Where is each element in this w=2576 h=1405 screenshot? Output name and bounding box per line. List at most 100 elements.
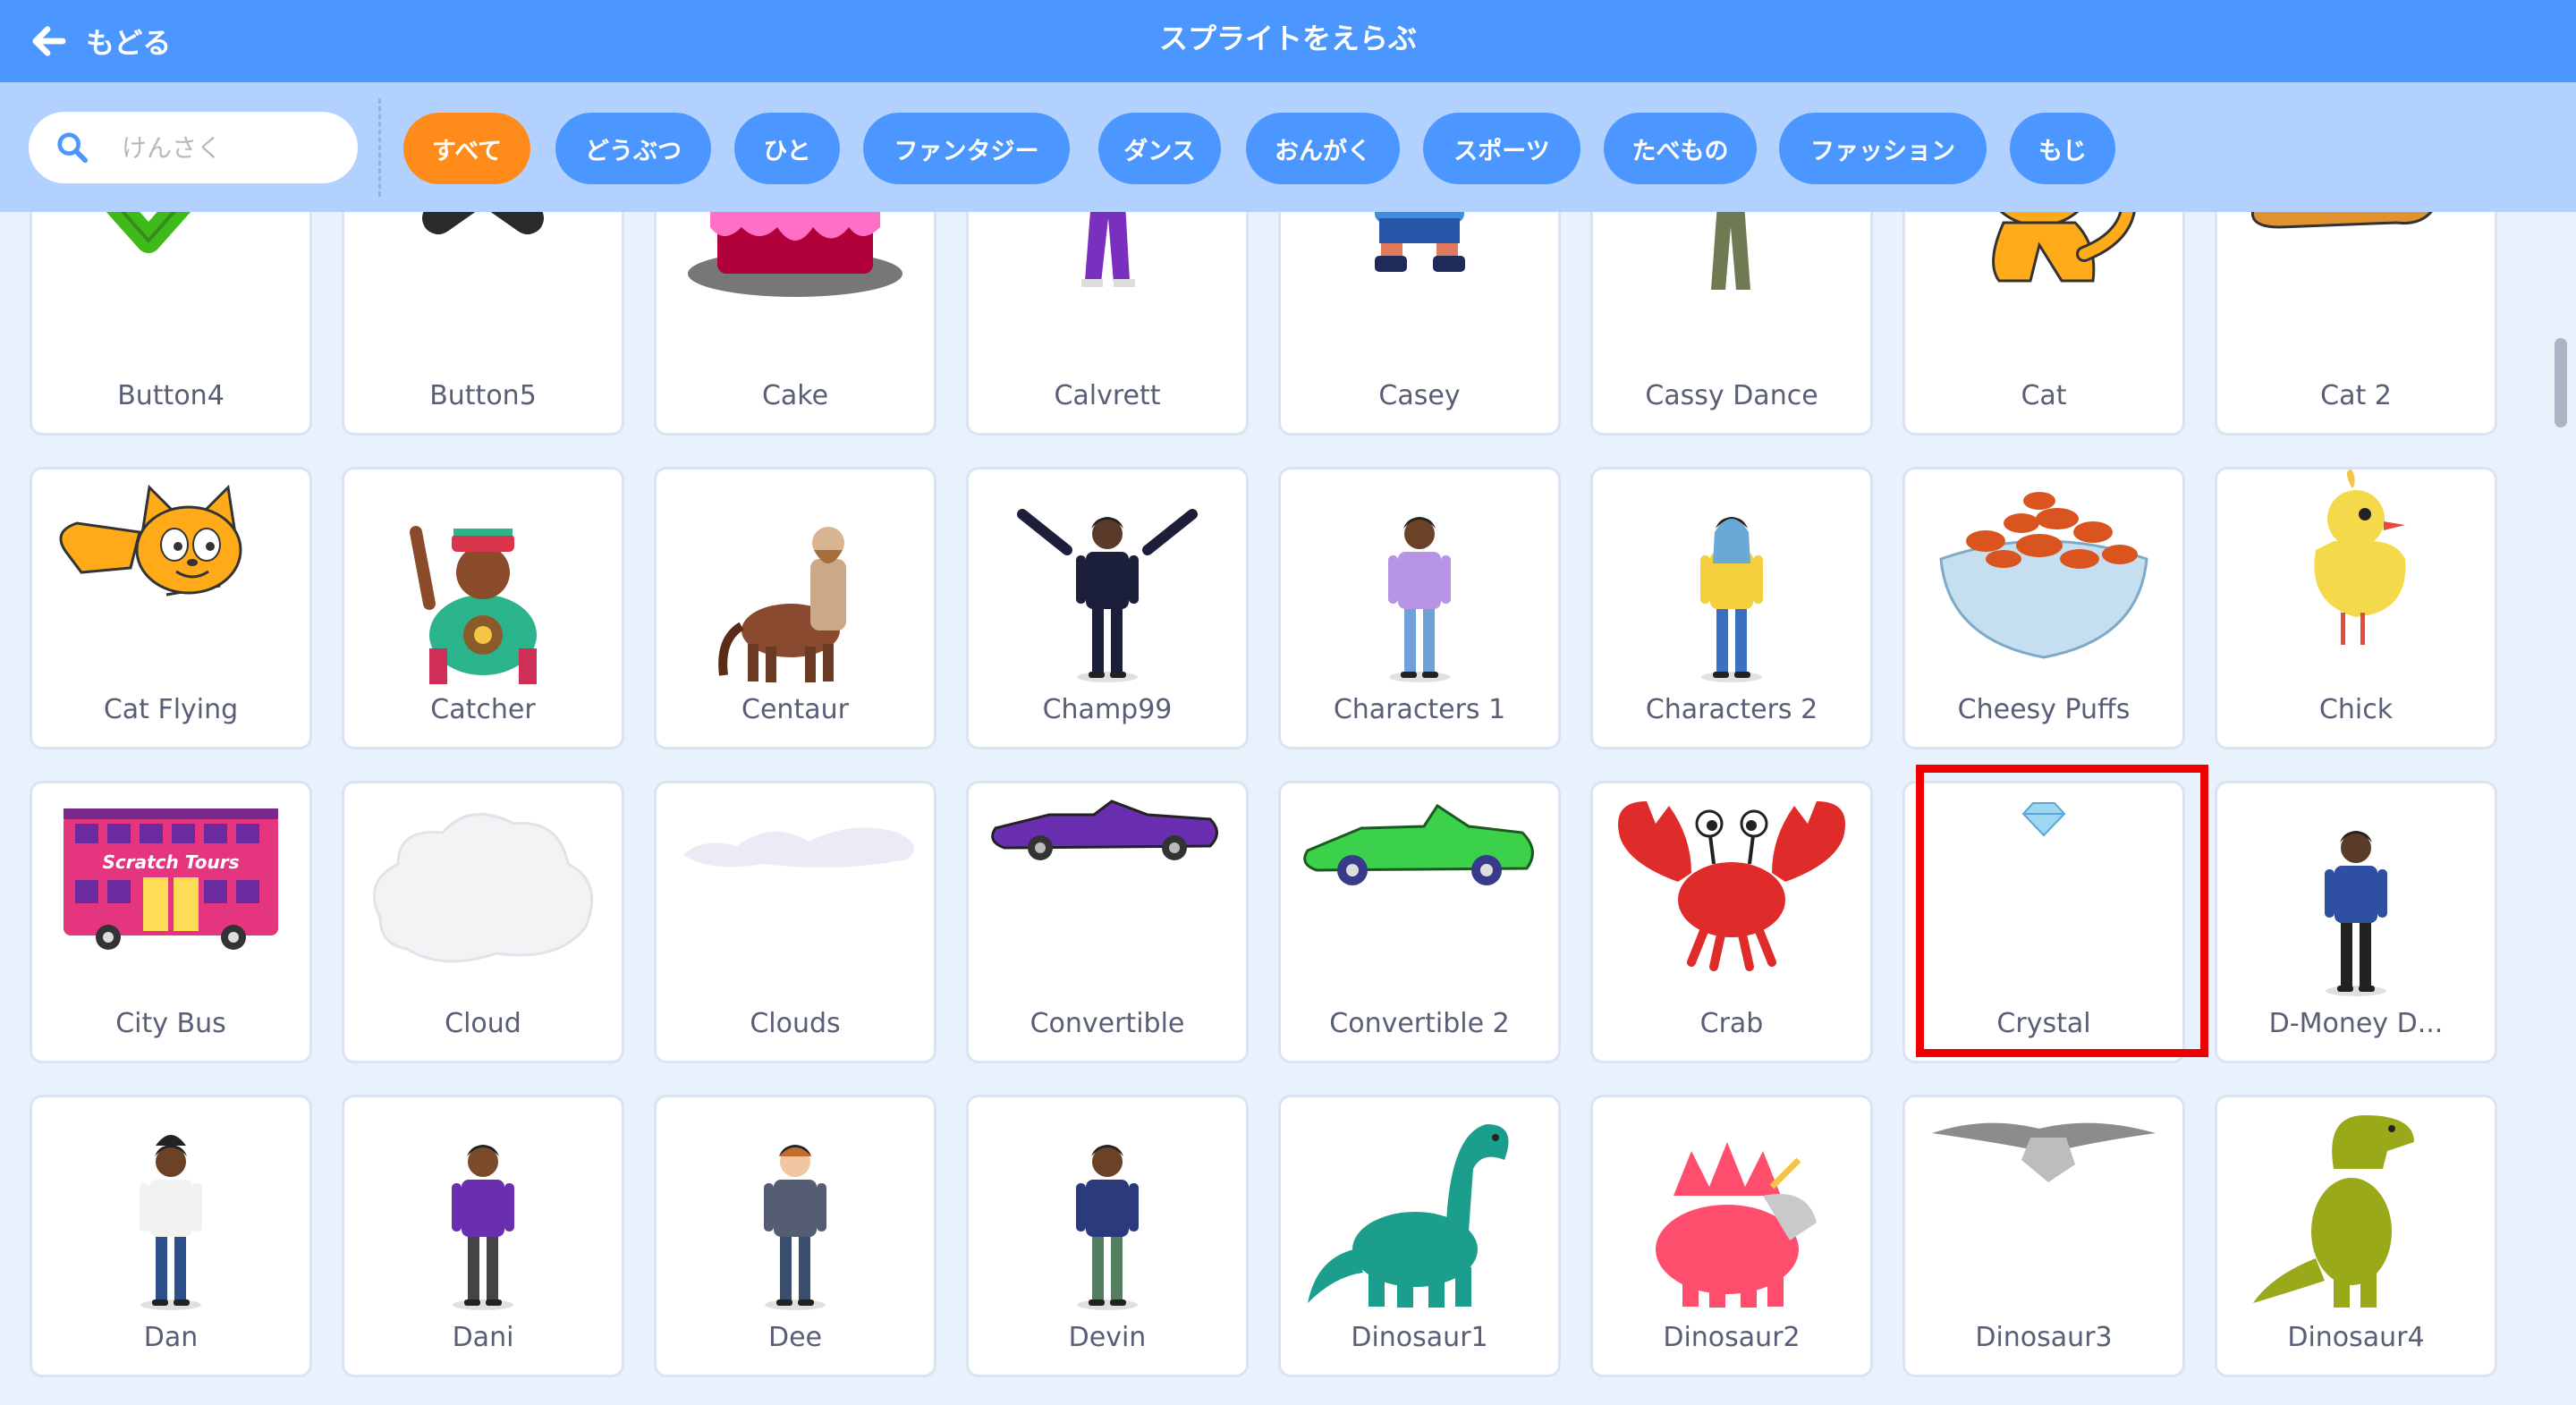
sprite-name: Catcher: [430, 694, 536, 725]
sprite-thumbnail: [2217, 470, 2495, 693]
sprite-tile[interactable]: Catcher: [342, 467, 624, 749]
category-tag[interactable]: すべて: [403, 113, 530, 184]
sprite-tile[interactable]: Dan: [30, 1095, 312, 1377]
sprite-name: Characters 2: [1645, 694, 1818, 725]
sprite-tile[interactable]: Characters 1: [1278, 467, 1561, 749]
sprite-library: もどる スプライトをえらぶ すべてどうぶつひとファンタジーダンスおんがくスポーツ…: [0, 0, 2576, 1405]
sprite-name: Convertible 2: [1329, 1008, 1510, 1039]
category-tag[interactable]: ファンタジー: [863, 113, 1070, 184]
sprite-thumbnail: [344, 212, 622, 379]
sprite-tile[interactable]: Centaur: [654, 467, 936, 749]
sprite-tile[interactable]: Convertible: [966, 781, 1249, 1063]
sprite-thumbnail: [1593, 1097, 1870, 1321]
sprite-name: Dinosaur1: [1351, 1322, 1488, 1353]
sprite-thumbnail: [1281, 783, 1558, 1007]
sprite-tile[interactable]: Cat: [1902, 212, 2185, 436]
category-tag[interactable]: もじ: [2010, 113, 2115, 184]
sprite-tile[interactable]: Cat 2: [2215, 212, 2497, 436]
sprite-tile[interactable]: Cloud: [342, 781, 624, 1063]
sprite-thumbnail: [344, 470, 622, 693]
sprite-tile[interactable]: Chick: [2215, 467, 2497, 749]
sprite-tile[interactable]: Dee: [654, 1095, 936, 1377]
sprite-tile[interactable]: Cat Flying: [30, 467, 312, 749]
sprite-thumbnail: [1593, 470, 1870, 693]
sprite-name: Calvrett: [1054, 380, 1161, 411]
sprite-name: Cat 2: [2320, 380, 2392, 411]
category-tag[interactable]: どうぶつ: [555, 113, 711, 184]
sprite-name: Button5: [429, 380, 537, 411]
scrollbar-thumb[interactable]: [2555, 338, 2567, 427]
sprite-thumbnail: [657, 470, 934, 693]
sprite-thumbnail: [969, 1097, 1246, 1321]
sprite-name: Convertible: [1030, 1008, 1185, 1039]
search-box[interactable]: [29, 112, 358, 183]
sprite-tile[interactable]: Casey: [1278, 212, 1561, 436]
sprite-name: Dinosaur4: [2287, 1322, 2425, 1353]
sprite-thumbnail: [32, 470, 309, 693]
sprite-thumbnail: [969, 470, 1246, 693]
sprite-grid: Button4 Button5 Cake Calvrett Casey Cassy…: [0, 212, 2540, 1405]
sprite-thumbnail: [969, 783, 1246, 1007]
sprite-tile[interactable]: Convertible 2: [1278, 781, 1561, 1063]
sprite-thumbnail: [1593, 783, 1870, 1007]
sprite-tile[interactable]: Devin: [966, 1095, 1249, 1377]
sprite-name: Cheesy Puffs: [1957, 694, 2131, 725]
sprite-thumbnail: [344, 1097, 622, 1321]
category-tag[interactable]: おんがく: [1246, 113, 1400, 184]
sprite-name: Cat: [2021, 380, 2067, 411]
sprite-name: Cloud: [445, 1008, 521, 1039]
sprite-tile[interactable]: Scratch Tours City Bus: [30, 781, 312, 1063]
sprite-thumbnail: [1593, 212, 1870, 379]
sprite-tile[interactable]: Button4: [30, 212, 312, 436]
sprite-thumbnail: [1905, 783, 2182, 1007]
sprite-name: Cat Flying: [103, 694, 239, 725]
sprite-thumbnail: Scratch Tours: [32, 783, 309, 1007]
sprite-name: Cake: [761, 380, 829, 411]
sprite-tile[interactable]: Dinosaur4: [2215, 1095, 2497, 1377]
sprite-thumbnail: [1281, 212, 1558, 379]
sprite-tile[interactable]: Characters 2: [1590, 467, 1873, 749]
sprite-tile[interactable]: Dinosaur3: [1902, 1095, 2185, 1377]
sprite-tile[interactable]: D-Money D...: [2215, 781, 2497, 1063]
category-tag[interactable]: スポーツ: [1423, 113, 1580, 184]
filter-bar: すべてどうぶつひとファンタジーダンスおんがくスポーツたべものファッションもじ: [0, 82, 2576, 212]
sprite-tile[interactable]: Button5: [342, 212, 624, 436]
sprite-thumbnail: [2217, 783, 2495, 1007]
search-input[interactable]: [122, 121, 336, 174]
sprite-tile[interactable]: Crab: [1590, 781, 1873, 1063]
sprite-name: Dan: [143, 1322, 199, 1353]
sprite-name: Dee: [767, 1322, 822, 1353]
sprite-tile[interactable]: Dinosaur2: [1590, 1095, 1873, 1377]
category-tag[interactable]: ダンス: [1098, 113, 1221, 184]
sprite-name: Champ99: [1042, 694, 1173, 725]
sprite-thumbnail: [1905, 470, 2182, 693]
sprite-tile[interactable]: Cheesy Puffs: [1902, 467, 2185, 749]
sprite-thumbnail: [1905, 1097, 2182, 1321]
sprite-tile[interactable]: Calvrett: [966, 212, 1249, 436]
sprite-name: Button4: [117, 380, 225, 411]
sprite-tile[interactable]: Dani: [342, 1095, 624, 1377]
sprite-thumbnail: [969, 212, 1246, 379]
sprite-name: Characters 1: [1333, 694, 1506, 725]
category-tag[interactable]: ひと: [734, 113, 840, 184]
sprite-tile[interactable]: Champ99: [966, 467, 1249, 749]
sprite-thumbnail: [32, 212, 309, 379]
sprite-name: Cassy Dance: [1645, 380, 1818, 411]
sprite-thumbnail: [657, 783, 934, 1007]
category-tag[interactable]: ファッション: [1779, 113, 1987, 184]
sprite-thumbnail: [657, 212, 934, 379]
sprite-tile[interactable]: Crystal: [1902, 781, 2185, 1063]
sprite-name: Centaur: [741, 694, 849, 725]
library-title: スプライトをえらぶ: [1158, 21, 1417, 55]
sprite-name: Clouds: [750, 1008, 841, 1039]
sprite-name: Dani: [452, 1322, 514, 1353]
sprite-tile[interactable]: Dinosaur1: [1278, 1095, 1561, 1377]
sprite-name: Crab: [1699, 1008, 1764, 1039]
sprite-name: Chick: [2318, 694, 2394, 725]
sprite-thumbnail: [32, 1097, 309, 1321]
sprite-name: Dinosaur2: [1663, 1322, 1801, 1353]
sprite-tile[interactable]: Clouds: [654, 781, 936, 1063]
category-tag[interactable]: たべもの: [1604, 113, 1757, 184]
sprite-tile[interactable]: Cassy Dance: [1590, 212, 1873, 436]
sprite-tile[interactable]: Cake: [654, 212, 936, 436]
